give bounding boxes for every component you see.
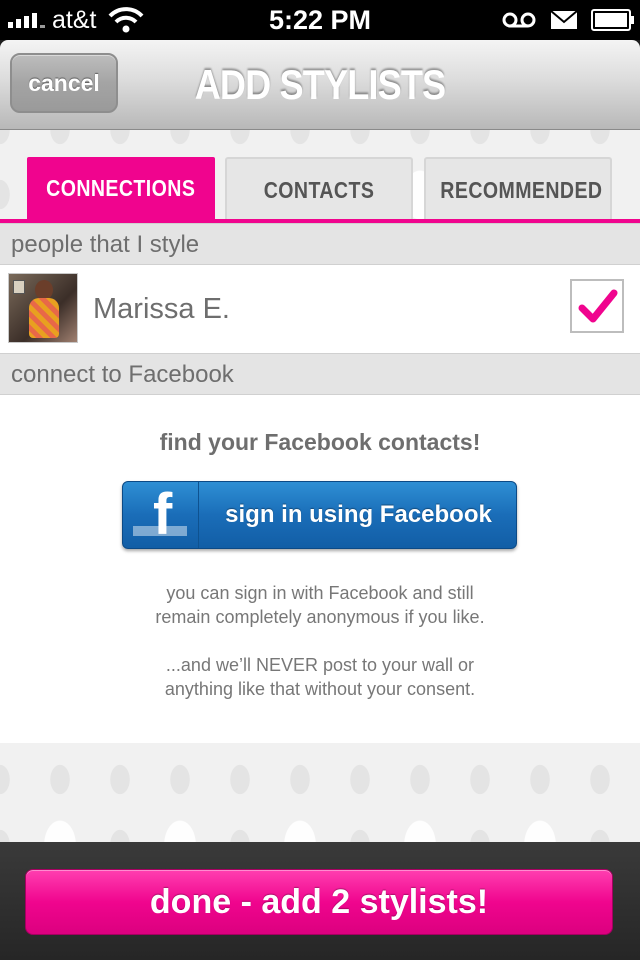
- tab-contacts-label: CONTACTS: [263, 177, 375, 203]
- facebook-signin-label: sign in using Facebook: [225, 501, 492, 528]
- checkmark-icon: [578, 289, 618, 323]
- privacy-note: ...and we’ll NEVER post to your wall or …: [0, 653, 640, 701]
- voicemail-icon: [502, 12, 536, 28]
- section-header-facebook: connect to Facebook: [0, 353, 640, 395]
- status-bar: at&t 5:22 PM: [0, 0, 640, 40]
- avatar: [8, 273, 78, 343]
- mail-icon: [550, 10, 578, 29]
- tab-recommended[interactable]: RECOMMENDED: [424, 157, 612, 219]
- facebook-icon: f: [123, 482, 199, 548]
- person-name: Marissa E.: [93, 293, 230, 325]
- select-checkbox[interactable]: [570, 279, 624, 333]
- done-button[interactable]: done - add 2 stylists!: [25, 869, 613, 935]
- tab-bar: CONNECTIONS CONTACTS RECOMMENDED: [0, 157, 640, 223]
- tab-recommended-label: RECOMMENDED: [440, 177, 603, 203]
- tab-connections[interactable]: CONNECTIONS: [27, 157, 215, 219]
- anonymity-note: you can sign in with Facebook and still …: [0, 581, 640, 629]
- bottom-bar: done - add 2 stylists!: [0, 842, 640, 960]
- list-item[interactable]: Marissa E.: [0, 265, 640, 353]
- page-title: ADD STYLISTS: [194, 61, 446, 108]
- facebook-title: find your Facebook contacts!: [159, 429, 481, 455]
- section-header-people: people that I style: [0, 223, 640, 265]
- battery-icon: [591, 9, 634, 31]
- anonymity-note-line-2: remain completely anonymous if you like.: [155, 607, 485, 627]
- privacy-note-line-2: anything like that without your consent.: [164, 679, 476, 699]
- facebook-logo-letter: f: [153, 482, 173, 547]
- tab-connections-label: CONNECTIONS: [46, 175, 196, 201]
- facebook-connect-area: find your Facebook contacts! f sign in u…: [0, 395, 640, 743]
- facebook-signin-button[interactable]: f sign in using Facebook: [122, 481, 517, 549]
- anonymity-note-line-1: you can sign in with Facebook and still: [166, 583, 474, 603]
- cancel-button[interactable]: cancel: [10, 53, 118, 113]
- privacy-note-line-1: ...and we’ll NEVER post to your wall or: [165, 655, 475, 675]
- tab-contacts[interactable]: CONTACTS: [225, 157, 413, 219]
- status-time: 5:22 PM: [268, 5, 372, 35]
- content-panel: people that I style Marissa E. connect t…: [0, 223, 640, 743]
- navigation-bar: cancel ADD STYLISTS: [0, 40, 640, 130]
